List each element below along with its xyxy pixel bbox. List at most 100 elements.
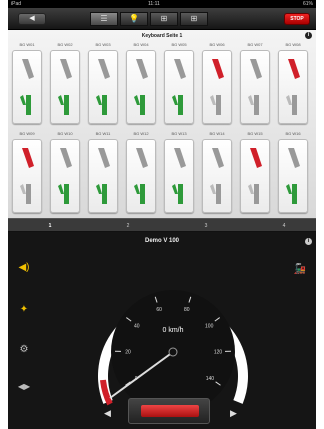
loco-image [141,405,199,417]
turnout-upper-icon [98,148,110,168]
turnout-label: BG W14 [209,131,225,136]
turnout-upper-icon [136,59,148,79]
turnout-label: BG W07 [247,42,263,47]
turnout-button[interactable] [88,50,118,124]
direction-left-button[interactable]: ◀ [104,408,111,419]
turnout-lower-icon [96,95,107,115]
turnout-button[interactable] [240,139,270,213]
turnout-lower-icon [210,95,221,115]
turnout-upper-icon [174,59,186,79]
tab-light[interactable]: 💡 [120,12,148,26]
speed-readout: 0 km/h [162,327,183,334]
turnout-button[interactable] [164,139,194,213]
turnout-label: BG W03 [95,42,111,47]
turnout-lower-icon [20,95,31,115]
speed-tick-label: 20 [125,349,131,355]
page-indicator: 1 2 3 4 [8,218,316,232]
turnout-upper-icon [212,59,224,79]
turnout-label: BG W05 [171,42,187,47]
turnout-button[interactable] [126,139,156,213]
loco-name: Demo V 100 [144,238,180,244]
turnout-upper-icon [98,59,110,79]
turnout-upper-icon [136,148,148,168]
turnout-button[interactable] [88,139,118,213]
loco-control-panel: Demo V 100 i ◀) ✦ ⚙ ◀▶ 🚂 020406080100120… [8,232,316,429]
turnout-lower-icon [134,184,145,204]
row1-labels: BG W01 BG W02 BG W03 BG W04 BG W05 BG W06 BG W… [10,42,316,49]
turnout-label: BG W04 [133,42,149,47]
turnout-button[interactable] [278,50,308,124]
speed-tick-label: 80 [184,307,190,313]
loco-image-button[interactable] [128,398,210,424]
turnout-button[interactable] [50,50,80,124]
turnout-lower-icon [286,184,297,204]
turnout-lower-icon [96,184,107,204]
back-button[interactable]: ◀ [18,13,46,25]
turnout-button[interactable] [240,50,270,124]
page-tab-3[interactable]: 3 [186,219,226,233]
turnout-lower-icon [248,95,259,115]
turnout-label: BG W09 [19,131,35,136]
turnout-upper-icon [174,148,186,168]
turnout-button[interactable] [12,139,42,213]
turnout-label: BG W13 [171,131,187,136]
info-icon[interactable]: i [305,32,312,39]
top-toolbar: ◀ ☰ 💡 ⊞ ⊞ STOP [8,8,316,30]
direction-right-button[interactable]: ▶ [230,408,237,419]
turnout-upper-icon [60,148,72,168]
speed-tick-label: 140 [206,376,215,382]
light-icon[interactable]: ✦ [16,304,32,315]
coupler-icon[interactable]: ⚙ [16,344,32,355]
turnout-button[interactable] [202,50,232,124]
tab-layout[interactable]: ⊞ [180,12,208,26]
turnout-lower-icon [172,95,183,115]
loco-select-icon[interactable]: 🚂 [292,264,308,275]
turnout-upper-icon [60,59,72,79]
turnout-upper-icon [288,148,300,168]
turnout-button[interactable] [12,50,42,124]
turnout-label: BG W02 [57,42,73,47]
page-tab-4[interactable]: 4 [264,219,304,233]
turnout-label: BG W08 [285,42,301,47]
speed-tick-label: 100 [205,323,214,329]
speed-tick-label: 120 [214,349,223,355]
turnout-label: BG W01 [19,42,35,47]
status-time: 11:11 [148,1,160,7]
turnout-button[interactable] [202,139,232,213]
turnout-button[interactable] [164,50,194,124]
turnout-label: BG W15 [247,131,263,136]
turnout-lower-icon [20,184,31,204]
tab-list[interactable]: ☰ [90,12,118,26]
shunting-icon[interactable]: ◀▶ [16,382,32,391]
turnout-upper-icon [22,148,34,168]
speed-tick-label: 40 [134,323,140,329]
turnout-label: BG W16 [285,131,301,136]
turnout-label: BG W06 [209,42,225,47]
status-battery: 61% [302,1,313,7]
turnout-button[interactable] [278,139,308,213]
turnout-label: BG W11 [95,131,111,136]
sound-icon[interactable]: ◀) [16,262,32,273]
turnout-lower-icon [134,95,145,115]
turnout-lower-icon [286,95,297,115]
turnout-upper-icon [250,148,262,168]
keyboard-panel: Keyboard Seite 1 i BG W01 BG W02 BG W03 BG … [8,30,316,218]
turnout-button[interactable] [50,139,80,213]
page-tab-1[interactable]: 1 [30,219,70,233]
stop-button[interactable]: STOP [284,13,310,25]
turnout-upper-icon [250,59,262,79]
turnout-button[interactable] [126,50,156,124]
turnout-upper-icon [22,59,34,79]
keyboard-title: Keyboard Seite 1 [141,33,183,39]
page-tab-2[interactable]: 2 [108,219,148,233]
speed-tick-label: 60 [156,307,162,313]
turnout-label: BG W10 [57,131,73,136]
turnout-lower-icon [58,184,69,204]
turnout-lower-icon [58,95,69,115]
loco-info-icon[interactable]: i [305,238,312,245]
status-bar: iPad 11:11 61% [8,0,316,8]
turnout-label: BG W12 [133,131,149,136]
tab-keyboard[interactable]: ⊞ [150,12,178,26]
status-carrier: iPad [11,1,22,7]
app-window: iPad 11:11 61% ◀ ☰ 💡 ⊞ ⊞ STOP Keyboard S… [8,0,316,429]
